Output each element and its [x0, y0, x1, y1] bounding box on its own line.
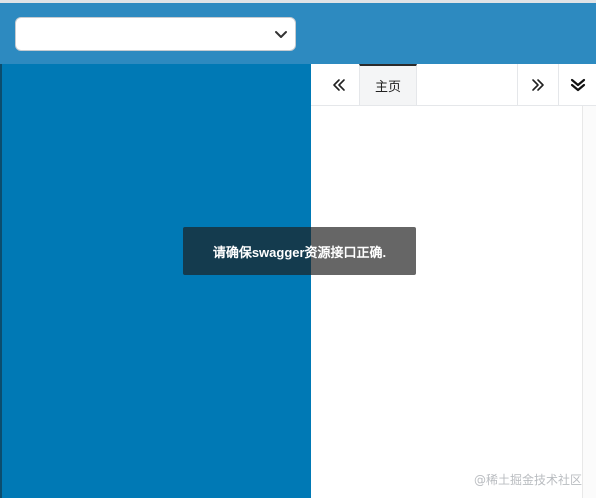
header-bar	[0, 0, 596, 64]
tab-home-label: 主页	[374, 80, 401, 95]
chevron-down-icon	[275, 31, 287, 38]
content-area	[311, 106, 582, 498]
api-group-select[interactable]	[15, 17, 296, 51]
toast-message: 请确保swagger资源接口正确.	[183, 227, 416, 275]
watermark: @稀土掘金技术社区	[473, 473, 582, 487]
tab-home[interactable]: 主页	[359, 64, 417, 105]
sidebar	[0, 64, 311, 498]
tab-menu-button[interactable]	[558, 64, 596, 105]
app-window: 主页 请确保swagger资源接口正确. @稀土掘金技术社区	[0, 0, 596, 498]
double-chevron-left-icon	[333, 78, 345, 91]
toast-text: 请确保swagger资源接口正确.	[212, 244, 387, 260]
content-scrollbar[interactable]	[582, 106, 596, 498]
tab-bar: 主页	[311, 64, 596, 106]
double-chevron-right-icon	[531, 78, 544, 91]
tab-scroll-left-button[interactable]	[319, 64, 359, 105]
double-chevron-down-icon	[570, 78, 585, 91]
tab-scroll-right-button[interactable]	[517, 64, 557, 105]
